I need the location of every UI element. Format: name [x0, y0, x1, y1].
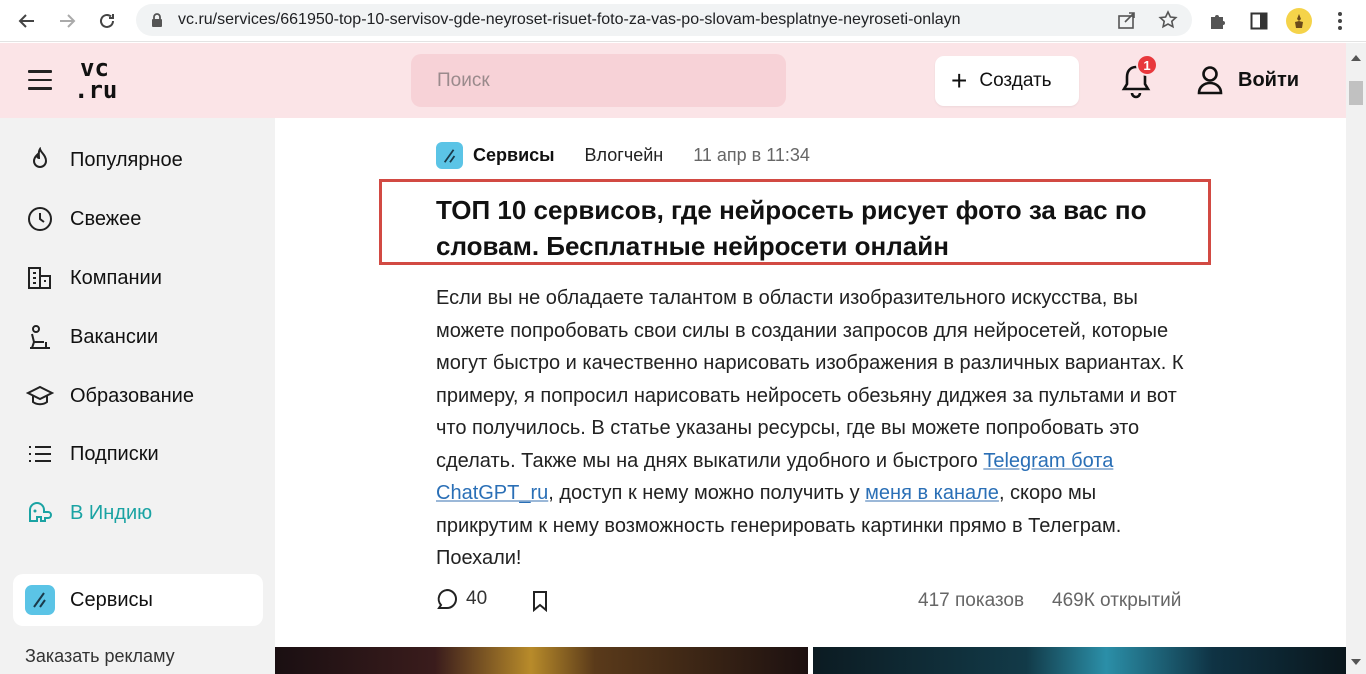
- scrollbar-thumb[interactable]: [1349, 81, 1363, 105]
- login-label: Войти: [1238, 68, 1300, 91]
- sidebar-item-fresh[interactable]: Свежее: [26, 199, 141, 239]
- sidebar-item-label: Сервисы: [70, 588, 153, 611]
- create-label: Создать: [979, 70, 1052, 91]
- lock-icon: [152, 13, 162, 27]
- browser-toolbar: vc.ru/services/661950-top-10-servisov-gd…: [0, 0, 1366, 42]
- comments-count: 40: [466, 588, 488, 609]
- sidebar-item-india[interactable]: В Индию: [26, 493, 152, 533]
- search-box[interactable]: [411, 54, 786, 107]
- channel-link[interactable]: меня в канале: [865, 482, 999, 504]
- article-category[interactable]: Сервисы: [473, 145, 555, 166]
- sidebar-item-label: Компании: [70, 266, 162, 289]
- profile-avatar[interactable]: [1284, 6, 1314, 36]
- article-meta: Сервисы Влогчейн 11 апр в 11:34: [436, 142, 810, 169]
- flame-icon: [26, 146, 54, 174]
- lead-text-1: Если вы не обладаете талантом в области …: [436, 287, 1184, 472]
- sidebar: Популярное Свежее Компании Вакансии Обра…: [0, 118, 275, 674]
- scroll-up-arrow-icon[interactable]: [1351, 55, 1361, 61]
- plus-icon: +: [951, 65, 968, 96]
- search-input[interactable]: [411, 54, 786, 107]
- article-image-dj-monkey[interactable]: [275, 647, 808, 674]
- article-author[interactable]: Влогчейн: [585, 145, 664, 166]
- article-image-second[interactable]: [813, 647, 1346, 674]
- elephant-icon: [26, 499, 54, 527]
- profile-avatar-icon: [1286, 8, 1312, 34]
- address-url: vc.ru/services/661950-top-10-servisov-gd…: [178, 11, 961, 28]
- bookmark-star-icon[interactable]: [1157, 9, 1179, 31]
- sidebar-item-label: Образование: [70, 384, 194, 407]
- buildings-icon: [26, 264, 54, 292]
- sidebar-item-services[interactable]: Сервисы: [13, 574, 263, 626]
- login-button[interactable]: Войти: [1196, 65, 1299, 95]
- page-scrollbar[interactable]: [1346, 43, 1366, 674]
- vc-logo[interactable]: vc .ru: [74, 56, 118, 104]
- sidebar-item-companies[interactable]: Компании: [26, 258, 162, 298]
- user-icon: [1197, 66, 1223, 95]
- address-bar[interactable]: vc.ru/services/661950-top-10-servisov-gd…: [136, 4, 1192, 36]
- forward-button[interactable]: [52, 6, 82, 36]
- article-lead: Если вы не обладаете талантом в области …: [436, 282, 1196, 575]
- reload-button[interactable]: [92, 6, 122, 36]
- forward-arrow-icon: [60, 14, 76, 28]
- article-card: Сервисы Влогчейн 11 апр в 11:34 ТОП 10 с…: [275, 118, 1346, 674]
- side-panel-icon[interactable]: [1244, 6, 1274, 36]
- lead-text-2: , доступ к нему можно получить у: [548, 482, 866, 504]
- article-title[interactable]: ТОП 10 сервисов, где нейросеть рисует фо…: [436, 192, 1206, 264]
- hamburger-menu-icon[interactable]: [28, 70, 52, 90]
- comments-button[interactable]: 40: [436, 588, 487, 610]
- comment-bubble-icon: [437, 588, 457, 609]
- extensions-puzzle-icon[interactable]: [1203, 6, 1233, 36]
- browser-menu-button[interactable]: [1325, 6, 1355, 36]
- sidebar-item-label: Популярное: [70, 148, 183, 171]
- article-date: 11 апр в 11:34: [693, 145, 810, 165]
- clock-icon: [26, 205, 54, 233]
- services-icon: [436, 142, 463, 169]
- sidebar-item-label: В Индию: [70, 501, 153, 524]
- graduation-cap-icon: [26, 382, 54, 410]
- views-count: 417 показов: [918, 590, 1025, 611]
- opens-count: 469К открытий: [1052, 590, 1182, 611]
- share-icon[interactable]: [1116, 9, 1138, 31]
- ads-link[interactable]: Заказать рекламу: [25, 646, 175, 667]
- bookmark-icon[interactable]: [530, 590, 550, 612]
- sidebar-item-subscriptions[interactable]: Подписки: [26, 434, 159, 474]
- sidebar-item-label: Свежее: [70, 207, 142, 230]
- back-arrow-icon: [18, 14, 34, 28]
- sidebar-item-label: Подписки: [70, 442, 159, 465]
- create-button[interactable]: + Создать: [935, 56, 1079, 106]
- chair-icon: [26, 323, 54, 351]
- logo-bottom: .ru: [74, 76, 118, 104]
- notifications-badge: 1: [1136, 54, 1158, 76]
- reload-icon: [100, 13, 114, 28]
- sidebar-item-label: Вакансии: [70, 325, 159, 348]
- article-footer: 40 417 показов 469К открытий: [436, 588, 1186, 618]
- sidebar-item-vacancies[interactable]: Вакансии: [26, 317, 158, 357]
- scroll-down-arrow-icon[interactable]: [1351, 659, 1361, 665]
- kebab-menu-icon: [1338, 12, 1342, 30]
- back-button[interactable]: [12, 6, 42, 36]
- sidebar-item-education[interactable]: Образование: [26, 376, 194, 416]
- sidebar-item-popular[interactable]: Популярное: [26, 140, 183, 180]
- services-icon: [25, 585, 55, 615]
- list-icon: [26, 440, 54, 468]
